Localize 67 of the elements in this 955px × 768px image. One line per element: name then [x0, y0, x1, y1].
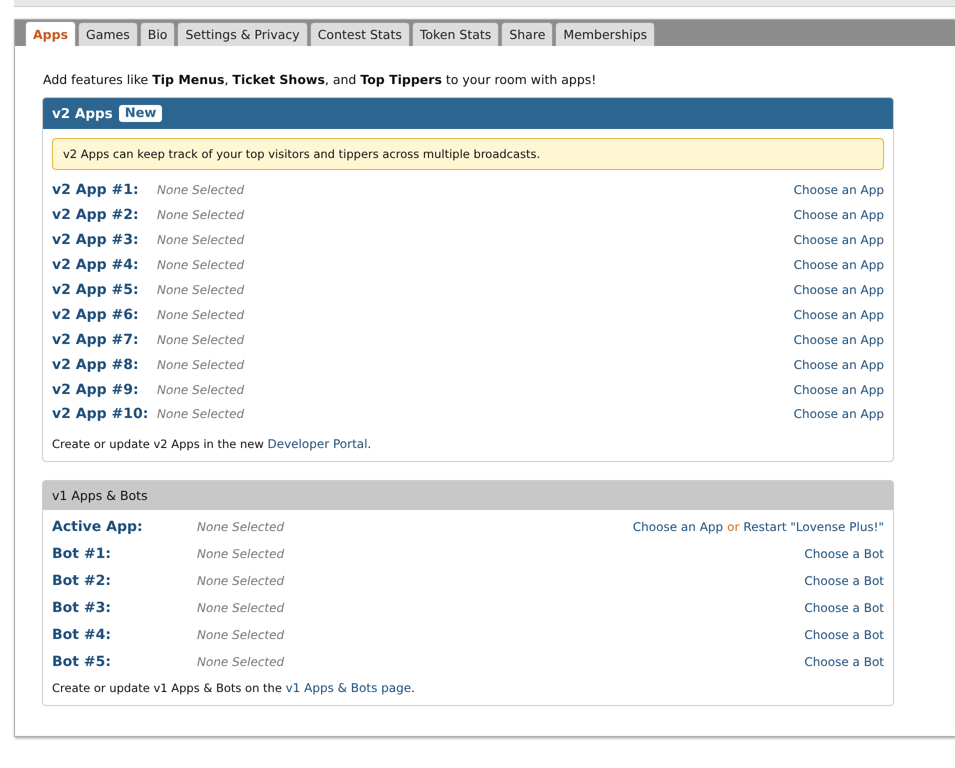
slot-label: Active App:: [52, 519, 144, 536]
new-badge: New: [118, 105, 162, 122]
slot-label: v2 App #1:: [52, 182, 140, 198]
choose-bot-link[interactable]: Choose a Bot: [804, 547, 884, 562]
choose-bot-link[interactable]: Choose a Bot: [804, 574, 884, 588]
slot-value: None Selected: [197, 654, 286, 669]
slot-value: None Selected: [157, 308, 246, 322]
choose-app-link[interactable]: Choose an App: [794, 183, 884, 198]
tab[interactable]: Settings & Privacy: [177, 22, 308, 46]
tab[interactable]: Memberships: [555, 22, 656, 46]
choose-app-link[interactable]: Choose an App: [632, 520, 724, 534]
slot-label: Bot #1:: [52, 546, 112, 562]
info-notice: v2 Apps can keep track of your top visitors and tippers across multiple broadcasts.: [52, 138, 884, 170]
slot-label: Bot #3:: [52, 600, 112, 616]
choose-bot-link[interactable]: Choose a Bot: [804, 654, 884, 669]
restart-link[interactable]: Restart "Lovense Plus!": [743, 520, 884, 534]
slot-value: None Selected: [157, 407, 246, 422]
slot-label: v2 App #5:: [52, 282, 140, 298]
tab[interactable]: Contest Stats: [310, 22, 410, 46]
slot-value: None Selected: [197, 628, 286, 642]
slot-value: None Selected: [157, 332, 246, 347]
slot-value: None Selected: [197, 574, 286, 588]
slot-value: None Selected: [197, 601, 286, 616]
apps-bots-page-link[interactable]: v1 Apps & Bots page: [286, 681, 412, 696]
slot-value: None Selected: [157, 382, 246, 397]
slot-value: None Selected: [157, 358, 246, 372]
panel-title: v2 Apps: [52, 106, 113, 122]
developer-portal-link[interactable]: Developer Portal: [267, 436, 368, 451]
slot-label: Bot #4:: [52, 626, 112, 643]
tab[interactable]: Bio: [140, 22, 176, 46]
choose-app-link[interactable]: Choose an App: [794, 382, 884, 397]
choose-app-link[interactable]: Choose an App: [794, 308, 884, 322]
choose-app-link[interactable]: Choose an App: [794, 233, 884, 248]
footer-text: Create or update v1 Apps & Bots on the v1 Apps & Bots page.: [52, 681, 416, 696]
slot-value: None Selected: [197, 547, 286, 562]
tab[interactable]: Apps: [25, 21, 76, 46]
slot-label: v2 App #2:: [52, 207, 140, 224]
slot-value: None Selected: [157, 283, 246, 297]
slot-label: v2 App #3:: [52, 232, 140, 248]
slot-label: v2 App #9:: [52, 382, 140, 398]
slot-label: Bot #5:: [52, 654, 112, 670]
slot-value: None Selected: [157, 258, 246, 272]
footer-text: Create or update v2 Apps in the new Developer Portal.: [52, 436, 372, 451]
choose-app-link[interactable]: Choose an App: [794, 258, 884, 272]
or-text: or: [727, 520, 740, 534]
slot-value: None Selected: [157, 208, 246, 222]
tab[interactable]: Games: [78, 22, 138, 46]
intro-text: Add features like Tip Menus, Ticket Shows, and Top Tippers to your room with apps!: [43, 72, 598, 87]
panel-title: v1 Apps & Bots: [52, 488, 148, 503]
slot-value: None Selected: [197, 520, 286, 534]
slot-label: v2 App #6:: [52, 306, 140, 323]
slot-label: v2 App #7:: [52, 332, 140, 348]
choose-app-link[interactable]: Choose an App: [794, 407, 884, 422]
slot-label: Bot #2:: [52, 573, 112, 590]
choose-app-link[interactable]: Choose an App: [794, 358, 884, 372]
slot-label: v2 App #8:: [52, 356, 140, 373]
slot-value: None Selected: [157, 183, 246, 198]
choose-app-link[interactable]: Choose an App: [794, 208, 884, 222]
tab[interactable]: Token Stats: [412, 22, 500, 46]
choose-app-link[interactable]: Choose an App: [794, 283, 884, 297]
slot-value: None Selected: [157, 233, 246, 248]
choose-app-link[interactable]: Choose an App: [794, 332, 884, 347]
slot-label: v2 App #10:: [52, 406, 150, 422]
choose-bot-link[interactable]: Choose a Bot: [804, 628, 884, 642]
tab[interactable]: Share: [501, 22, 554, 46]
choose-bot-link[interactable]: Choose a Bot: [804, 601, 884, 616]
slot-label: v2 App #4:: [52, 257, 140, 274]
